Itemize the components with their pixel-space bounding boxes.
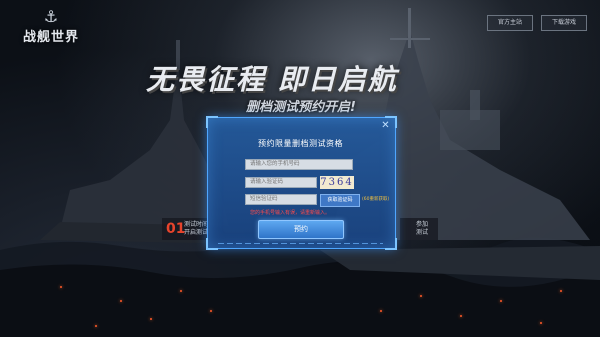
game-logo[interactable]: ⚓ 战舰世界 (16, 8, 86, 52)
close-icon[interactable]: ✕ (381, 121, 390, 131)
corner-decoration (206, 238, 218, 250)
anchor-icon: ⚓ (43, 7, 59, 26)
download-game-button[interactable]: 下载游戏 (541, 15, 587, 31)
corner-decoration (385, 238, 397, 250)
captcha-input[interactable] (245, 177, 317, 188)
get-sms-code-button[interactable]: 获取验证码 (320, 194, 360, 207)
phone-input[interactable] (245, 159, 353, 170)
hero-subslogan: 删档测试预约开启! (246, 100, 356, 115)
corner-decoration (206, 116, 218, 128)
submit-reservation-button[interactable]: 预约 (258, 220, 344, 239)
hero-slogan: 无畏征程 即日启航 (146, 63, 398, 96)
resend-countdown: (60重新获取) (362, 197, 390, 202)
sms-code-input[interactable] (245, 194, 317, 205)
badge-number: 01 (166, 221, 186, 237)
badge-text-right: 参加 测试 (416, 221, 429, 236)
error-message: 您的手机号输入有误，请重新输入。 (250, 210, 331, 216)
left-info-badge: 01 测试时间 开启测试 (162, 218, 208, 240)
dialog-title: 预约限量删档测试资格 (258, 139, 343, 148)
badge-text: 测试时间 开启测试 (184, 221, 209, 236)
right-info-badge: 参加 测试 (400, 218, 438, 240)
logo-text: 战舰世界 (22, 30, 79, 45)
dialog-divider (218, 243, 383, 244)
captcha-image[interactable]: 7364 (320, 176, 354, 189)
official-site-button[interactable]: 官方主站 (487, 15, 533, 31)
